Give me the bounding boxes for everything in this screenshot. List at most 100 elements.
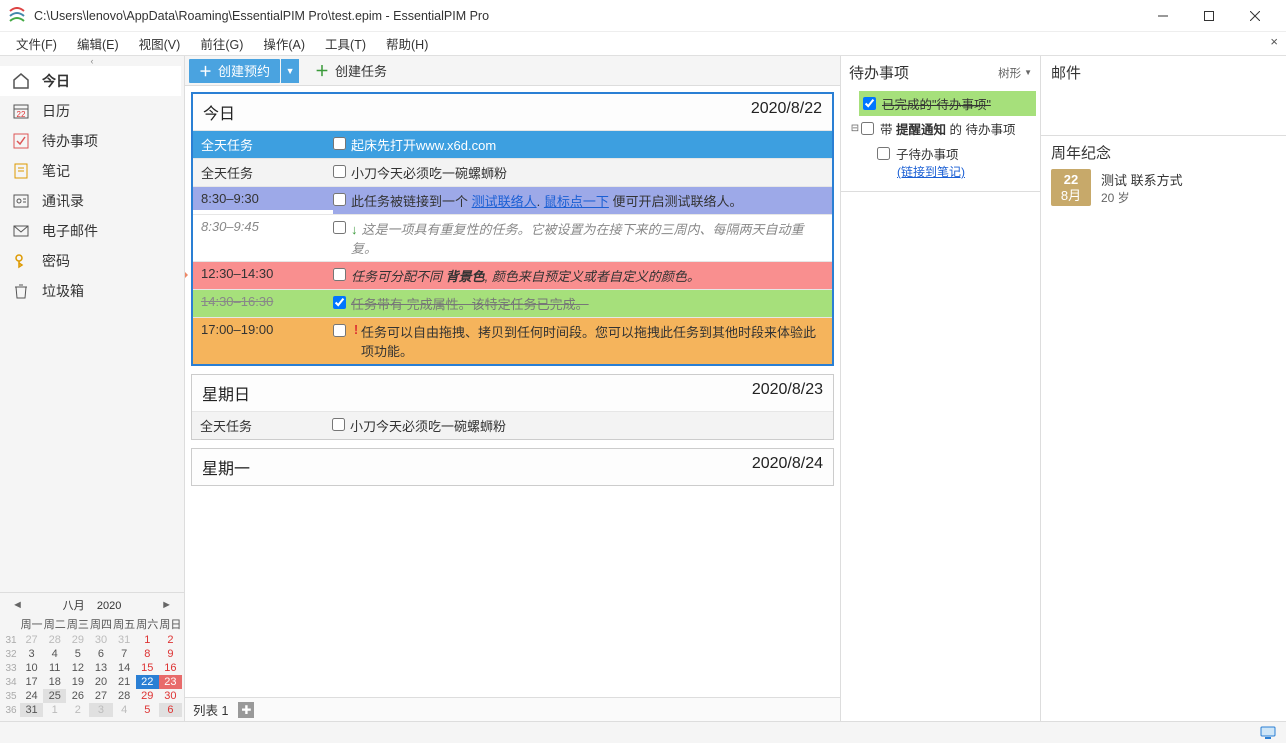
cal-day[interactable]: 22 xyxy=(136,675,159,689)
cal-month-year[interactable]: 八月 2020 xyxy=(63,597,122,613)
cal-day[interactable]: 4 xyxy=(43,647,66,661)
cal-day[interactable]: 29 xyxy=(66,633,89,647)
sidebar-collapse-handle[interactable]: ‹ xyxy=(0,56,184,66)
cal-day[interactable]: 5 xyxy=(136,703,159,717)
menubar-close-icon[interactable]: × xyxy=(1270,34,1278,49)
cal-prev-button[interactable]: ◄ xyxy=(8,599,27,611)
cal-day[interactable]: 12 xyxy=(66,661,89,675)
cal-next-button[interactable]: ► xyxy=(157,599,176,611)
cal-day[interactable]: 17 xyxy=(20,675,43,689)
cal-day[interactable]: 14 xyxy=(113,661,136,675)
todo-checkbox[interactable] xyxy=(863,97,876,110)
cal-day[interactable]: 16 xyxy=(159,661,182,675)
todo-item-reminder[interactable]: ⊟ 带 提醒通知 的 待办事项 xyxy=(845,116,1036,141)
cal-day[interactable]: 28 xyxy=(43,633,66,647)
event-row[interactable]: 8:30–9:45↓这是一项具有重复性的任务。它被设置为在接下来的三周内、每隔两… xyxy=(193,214,832,261)
menu-item[interactable]: 编辑(E) xyxy=(67,32,129,55)
cal-day[interactable]: 27 xyxy=(89,689,112,703)
create-appointment-dropdown[interactable]: ▼ xyxy=(281,59,299,83)
cal-day[interactable]: 31 xyxy=(113,633,136,647)
sidebar-item-passwords[interactable]: 密码 xyxy=(0,246,184,276)
monitor-icon[interactable] xyxy=(1260,726,1276,740)
event-checkbox[interactable] xyxy=(333,268,346,281)
add-list-button[interactable]: ✚ xyxy=(238,702,254,718)
cal-day[interactable]: 29 xyxy=(136,689,159,703)
todo-checkbox[interactable] xyxy=(877,147,890,160)
sidebar-item-contacts[interactable]: 通讯录 xyxy=(0,186,184,216)
maximize-button[interactable] xyxy=(1186,1,1232,31)
sidebar-item-notes[interactable]: 笔记 xyxy=(0,156,184,186)
cal-day[interactable]: 11 xyxy=(43,661,66,675)
event-checkbox[interactable] xyxy=(333,165,346,178)
event-row[interactable]: 全天任务起床先打开www.x6d.com xyxy=(193,130,832,158)
cal-day[interactable]: 8 xyxy=(136,647,159,661)
cal-day[interactable]: 3 xyxy=(89,703,112,717)
cal-day[interactable]: 24 xyxy=(20,689,43,703)
event-checkbox[interactable] xyxy=(332,418,345,431)
cal-day[interactable]: 31 xyxy=(20,703,43,717)
menu-item[interactable]: 帮助(H) xyxy=(376,32,438,55)
cal-day[interactable]: 30 xyxy=(159,689,182,703)
event-checkbox[interactable] xyxy=(333,193,346,206)
event-checkbox[interactable] xyxy=(333,324,346,337)
menu-item[interactable]: 视图(V) xyxy=(129,32,191,55)
close-button[interactable] xyxy=(1232,1,1278,31)
todo-item-child[interactable]: 子待办事项 (链接到笔记) xyxy=(845,141,1036,183)
sidebar-item-trash[interactable]: 垃圾箱 xyxy=(0,276,184,306)
cal-day[interactable]: 6 xyxy=(159,703,182,717)
event-row[interactable]: 全天任务小刀今天必须吃一碗螺蛳粉 xyxy=(193,158,832,186)
anniversary-item[interactable]: 22 8月 测试 联系方式 20 岁 xyxy=(1051,169,1276,206)
cal-day[interactable]: 5 xyxy=(66,647,89,661)
cal-day[interactable]: 25 xyxy=(43,689,66,703)
cal-day[interactable]: 3 xyxy=(20,647,43,661)
tree-collapse-icon[interactable]: ⊟ xyxy=(849,123,861,134)
cal-day[interactable]: 10 xyxy=(20,661,43,675)
event-checkbox[interactable] xyxy=(333,221,346,234)
cal-day[interactable]: 18 xyxy=(43,675,66,689)
contact-link[interactable]: 测试联络人 xyxy=(472,194,537,209)
event-row[interactable]: 8:30–9:30此任务被链接到一个 测试联络人. 鼠标点一下 便可开启测试联络… xyxy=(193,186,832,214)
cal-day[interactable]: 6 xyxy=(89,647,112,661)
event-content: 此任务被链接到一个 测试联络人. 鼠标点一下 便可开启测试联络人。 xyxy=(351,187,832,214)
cal-day[interactable]: 4 xyxy=(113,703,136,717)
todo-checkbox[interactable] xyxy=(861,122,874,135)
action-link[interactable]: 鼠标点一下 xyxy=(544,194,609,209)
cal-day[interactable]: 23 xyxy=(159,675,182,689)
todo-child-link[interactable]: (链接到笔记) xyxy=(897,165,965,179)
menu-item[interactable]: 操作(A) xyxy=(253,32,315,55)
event-row[interactable]: 12:30–14:30任务可分配不同 背景色, 颜色来自预定义或者自定义的颜色。 xyxy=(193,261,832,289)
event-row[interactable]: 14:30–16:30任务带有 完成属性。该特定任务已完成。 xyxy=(193,289,832,317)
cal-day[interactable]: 2 xyxy=(159,633,182,647)
sidebar-item-email[interactable]: 电子邮件 xyxy=(0,216,184,246)
cal-day[interactable]: 15 xyxy=(136,661,159,675)
cal-day[interactable]: 30 xyxy=(89,633,112,647)
cal-day[interactable]: 9 xyxy=(159,647,182,661)
todo-item-done[interactable]: 已完成的"待办事项" xyxy=(859,91,1036,116)
todo-view-mode-dropdown[interactable]: 树形 ▼ xyxy=(998,65,1032,81)
cal-day[interactable]: 28 xyxy=(113,689,136,703)
menu-item[interactable]: 前往(G) xyxy=(190,32,253,55)
cal-day[interactable]: 27 xyxy=(20,633,43,647)
cal-day[interactable]: 26 xyxy=(66,689,89,703)
cal-day[interactable]: 19 xyxy=(66,675,89,689)
create-appointment-button[interactable]: ＋ 创建预约 xyxy=(189,59,280,83)
sidebar-item-todo[interactable]: 待办事项 xyxy=(0,126,184,156)
cal-day[interactable]: 13 xyxy=(89,661,112,675)
cal-day[interactable]: 21 xyxy=(113,675,136,689)
cal-day[interactable]: 1 xyxy=(43,703,66,717)
list-tab[interactable]: 列表 1 xyxy=(193,700,228,719)
sidebar-item-today[interactable]: 今日 xyxy=(0,66,184,96)
create-task-button[interactable]: ＋ 创建任务 xyxy=(315,61,387,81)
cal-day[interactable]: 1 xyxy=(136,633,159,647)
cal-day[interactable]: 2 xyxy=(66,703,89,717)
menu-item[interactable]: 工具(T) xyxy=(315,32,376,55)
cal-day[interactable]: 20 xyxy=(89,675,112,689)
event-checkbox[interactable] xyxy=(333,137,346,150)
sidebar-item-calendar[interactable]: 22日历 xyxy=(0,96,184,126)
event-checkbox[interactable] xyxy=(333,296,346,309)
event-row[interactable]: 17:00–19:00!任务可以自由拖拽、拷贝到任何时间段。您可以拖拽此任务到其… xyxy=(193,317,832,364)
menu-item[interactable]: 文件(F) xyxy=(6,32,67,55)
event-row[interactable]: 全天任务小刀今天必须吃一碗螺蛳粉 xyxy=(192,411,833,439)
cal-day[interactable]: 7 xyxy=(113,647,136,661)
minimize-button[interactable] xyxy=(1140,1,1186,31)
